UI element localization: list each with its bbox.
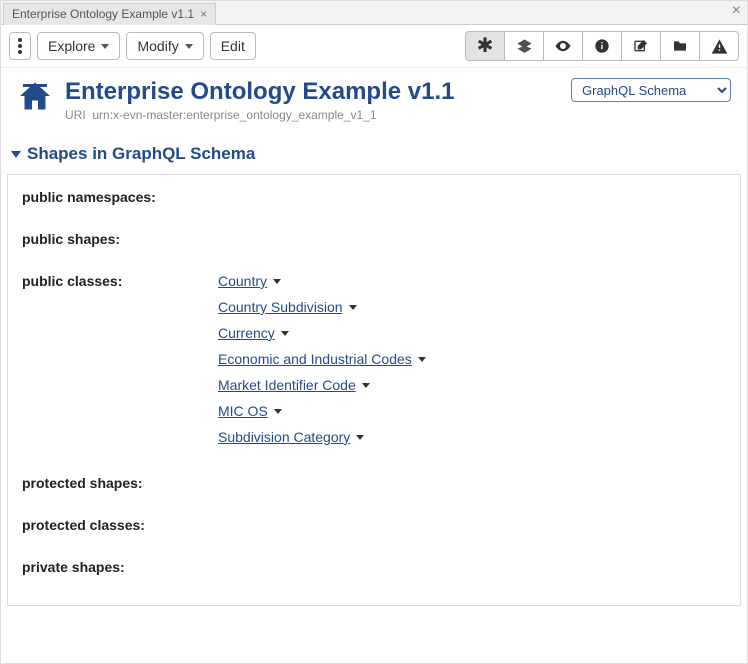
toolbar: Explore Modify Edit ✱ — [1, 25, 747, 68]
field-protected-shapes: protected shapes: — [22, 475, 726, 491]
chevron-down-icon — [185, 44, 193, 49]
icon-toolbar: ✱ — [465, 31, 739, 61]
chevron-down-icon[interactable] — [274, 409, 282, 414]
edit-label: Edit — [221, 38, 245, 54]
info-icon — [594, 38, 610, 54]
explore-label: Explore — [48, 38, 95, 54]
eye-icon — [554, 37, 572, 55]
asterisk-icon: ✱ — [477, 36, 494, 56]
field-label: public namespaces: — [22, 189, 218, 205]
field-label: public classes: — [22, 273, 218, 289]
field-public-namespaces: public namespaces: — [22, 189, 726, 205]
edit-button[interactable]: Edit — [210, 32, 256, 60]
field-protected-classes: protected classes: — [22, 517, 726, 533]
content-panel: public namespaces: public shapes: public… — [7, 174, 741, 606]
folder-icon — [672, 38, 688, 54]
field-public-shapes: public shapes: — [22, 231, 726, 247]
field-private-shapes: private shapes: — [22, 559, 726, 575]
title-block: Enterprise Ontology Example v1.1 URI urn… — [65, 78, 571, 122]
field-label: protected classes: — [22, 517, 218, 533]
modify-label: Modify — [137, 38, 178, 54]
class-link[interactable]: Subdivision Category — [218, 429, 350, 445]
class-link[interactable]: Country — [218, 273, 267, 289]
list-item: MIC OS — [218, 403, 726, 419]
visibility-button[interactable] — [543, 31, 583, 61]
tab[interactable]: Enterprise Ontology Example v1.1 × — [3, 3, 216, 25]
public-classes-list: Country Country Subdivision Currency Econom… — [218, 273, 726, 455]
field-label: public shapes: — [22, 231, 218, 247]
close-icon[interactable]: × — [200, 7, 207, 21]
section-title: Shapes in GraphQL Schema — [27, 144, 255, 164]
chevron-down-icon[interactable] — [349, 305, 357, 310]
layers-icon — [516, 38, 533, 55]
pencil-square-icon — [633, 38, 649, 54]
list-item: Country Subdivision — [218, 299, 726, 315]
list-item: Currency — [218, 325, 726, 341]
explore-button[interactable]: Explore — [37, 32, 120, 60]
page-header: Enterprise Ontology Example v1.1 URI urn… — [1, 68, 747, 126]
chevron-down-icon[interactable] — [362, 383, 370, 388]
kebab-icon — [18, 38, 22, 54]
chevron-down-icon[interactable] — [418, 357, 426, 362]
list-item: Country — [218, 273, 726, 289]
warning-button[interactable] — [699, 31, 739, 61]
uri-value: urn:x-evn-master:enterprise_ontology_exa… — [92, 108, 376, 122]
list-item: Subdivision Category — [218, 429, 726, 445]
collapse-icon[interactable] — [11, 151, 21, 158]
list-item: Market Identifier Code — [218, 377, 726, 393]
list-item: Economic and Industrial Codes — [218, 351, 726, 367]
info-button[interactable] — [582, 31, 622, 61]
warning-icon — [711, 38, 728, 55]
section-header: Shapes in GraphQL Schema — [1, 126, 747, 170]
asterisk-button[interactable]: ✱ — [465, 31, 505, 61]
class-link[interactable]: Currency — [218, 325, 275, 341]
page-title: Enterprise Ontology Example v1.1 — [65, 78, 571, 106]
chevron-down-icon — [101, 44, 109, 49]
layers-button[interactable] — [504, 31, 544, 61]
tab-title: Enterprise Ontology Example v1.1 — [12, 7, 194, 21]
field-label: protected shapes: — [22, 475, 218, 491]
class-link[interactable]: Country Subdivision — [218, 299, 343, 315]
edit-icon-button[interactable] — [621, 31, 661, 61]
class-link[interactable]: Market Identifier Code — [218, 377, 356, 393]
home-icon[interactable] — [17, 78, 53, 117]
more-button[interactable] — [9, 32, 31, 60]
tab-bar: Enterprise Ontology Example v1.1 × × — [1, 1, 747, 25]
chevron-down-icon[interactable] — [281, 331, 289, 336]
field-label: private shapes: — [22, 559, 218, 575]
chevron-down-icon[interactable] — [273, 279, 281, 284]
uri-row: URI urn:x-evn-master:enterprise_ontology… — [65, 108, 571, 122]
field-public-classes: public classes: Country Country Subdivisi… — [22, 273, 726, 455]
class-link[interactable]: Economic and Industrial Codes — [218, 351, 412, 367]
folder-button[interactable] — [660, 31, 700, 61]
window-close-icon[interactable]: × — [732, 3, 741, 19]
class-link[interactable]: MIC OS — [218, 403, 268, 419]
schema-select[interactable]: GraphQL Schema — [571, 78, 731, 102]
modify-button[interactable]: Modify — [126, 32, 203, 60]
chevron-down-icon[interactable] — [356, 435, 364, 440]
uri-label: URI — [65, 108, 86, 122]
